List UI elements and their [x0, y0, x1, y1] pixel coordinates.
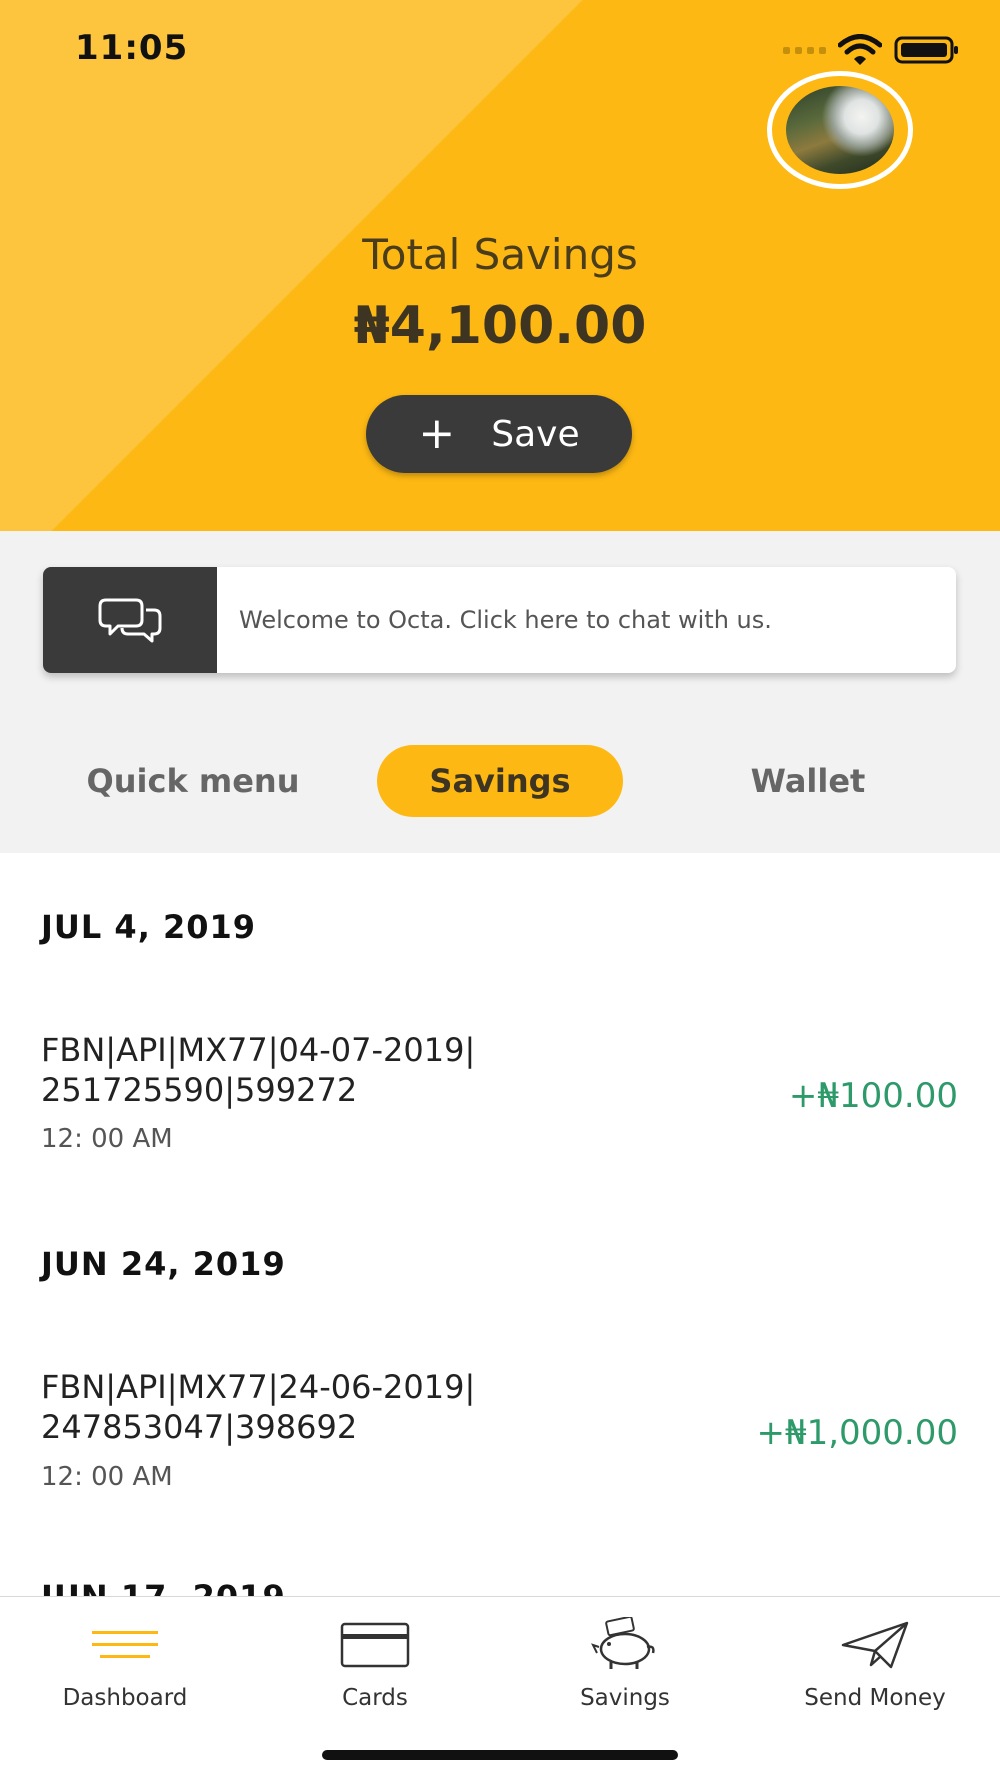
save-button-label: Save [491, 413, 580, 455]
chat-bubbles-icon [98, 598, 162, 643]
header: 11:05 Total Savings ₦4,100.00 + Save [0, 0, 1000, 531]
chat-message: Welcome to Octa. Click here to chat with… [239, 606, 772, 634]
date-header-partial: JUN 17, 2019 [41, 1580, 441, 1596]
profile-avatar[interactable] [767, 71, 913, 189]
tab-wallet[interactable]: Wallet [680, 745, 936, 817]
date-header-partial-text: JUN 17, 2019 [41, 1580, 441, 1596]
signal-icon [783, 46, 826, 54]
avatar-image [786, 86, 894, 174]
transaction-amount: +₦1,000.00 [756, 1413, 958, 1453]
nav-savings[interactable]: Savings [525, 1615, 725, 1711]
nav-label: Dashboard [62, 1685, 188, 1711]
chat-banner[interactable]: Welcome to Octa. Click here to chat with… [43, 567, 956, 673]
tab-quick-menu[interactable]: Quick menu [60, 745, 326, 817]
paper-plane-icon [841, 1621, 909, 1669]
status-icons [783, 34, 960, 66]
transaction-amount: +₦100.00 [788, 1076, 958, 1116]
nav-label: Send Money [804, 1685, 946, 1711]
nav-dashboard[interactable]: Dashboard [25, 1615, 225, 1711]
nav-label: Savings [580, 1685, 670, 1711]
transaction-desc-line: 251725590|599272 [41, 1071, 358, 1109]
home-indicator[interactable] [322, 1750, 678, 1760]
card-icon [340, 1622, 410, 1668]
piggy-bank-icon [591, 1617, 655, 1669]
plus-icon: + [418, 408, 456, 459]
nav-send-money[interactable]: Send Money [775, 1615, 975, 1711]
nav-label: Cards [342, 1685, 408, 1711]
transaction-desc-line: 247853047|398692 [41, 1408, 358, 1446]
wifi-icon [838, 34, 882, 65]
transaction-time: 12: 00 AM [41, 1124, 173, 1154]
transaction-time: 12: 00 AM [41, 1462, 173, 1492]
date-header: JUL 4, 2019 [41, 908, 257, 946]
save-button[interactable]: + Save [366, 395, 632, 473]
status-time: 11:05 [75, 28, 189, 68]
total-savings-value: ₦4,100.00 [353, 296, 647, 356]
chat-icon-box [43, 567, 217, 673]
tab-bar: Quick menu Savings Wallet [0, 745, 1000, 817]
transaction-description[interactable]: FBN|API|MX77|04-07-2019| 251725590|59927… [41, 1030, 581, 1110]
tab-savings[interactable]: Savings [377, 745, 623, 817]
menu-lines-icon [92, 1631, 158, 1658]
nav-cards[interactable]: Cards [275, 1615, 475, 1711]
transaction-desc-line: FBN|API|MX77|24-06-2019| [41, 1368, 476, 1406]
transaction-description[interactable]: FBN|API|MX77|24-06-2019| 247853047|39869… [41, 1367, 581, 1447]
battery-icon [894, 36, 958, 64]
date-header: JUN 24, 2019 [41, 1245, 286, 1283]
transaction-desc-line: FBN|API|MX77|04-07-2019| [41, 1031, 476, 1069]
bottom-nav: Dashboard Cards Savings Send Money [0, 1596, 1000, 1779]
total-savings-label: Total Savings [362, 230, 638, 279]
